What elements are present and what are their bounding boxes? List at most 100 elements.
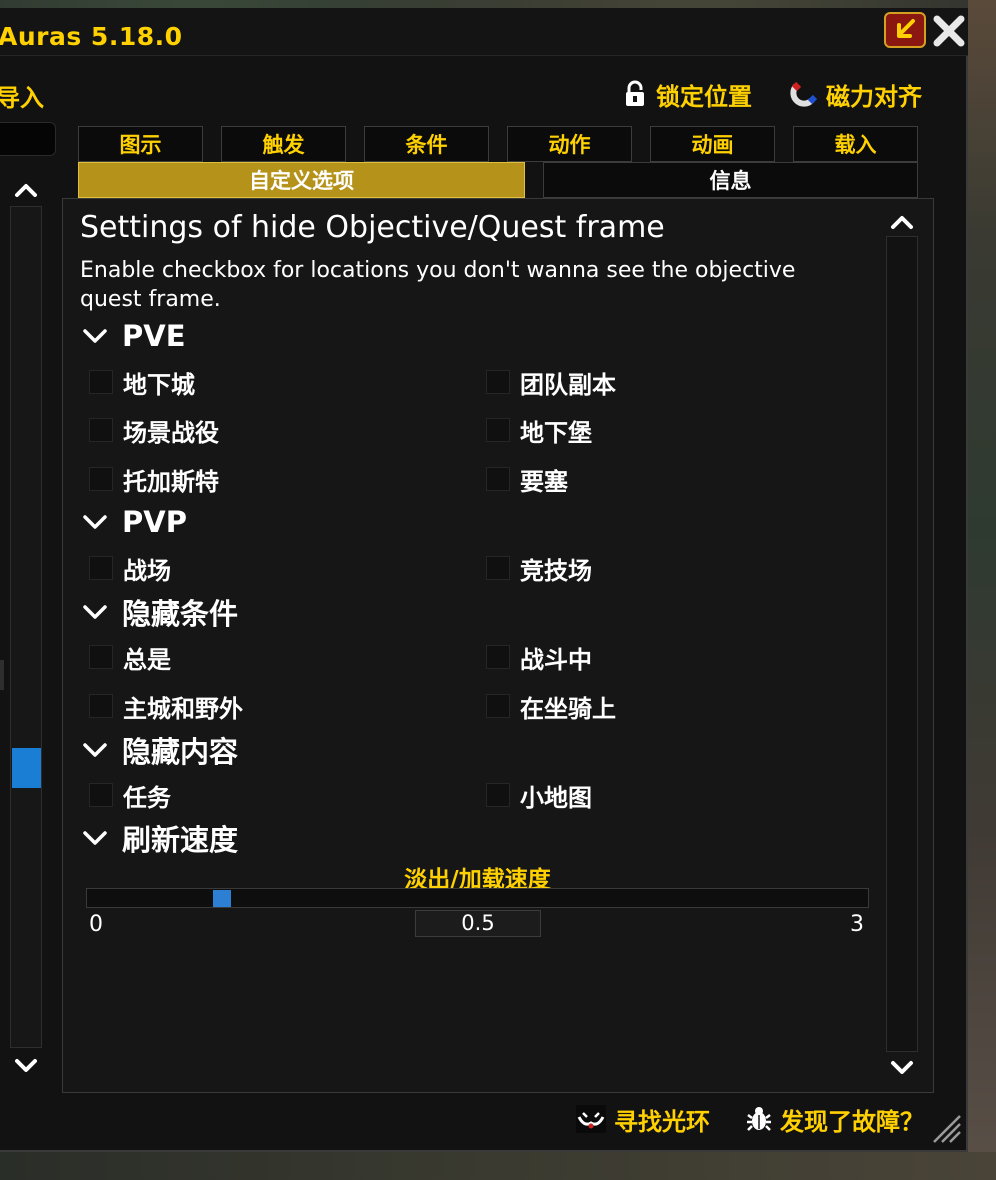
content-scrollbar-track[interactable] <box>886 236 918 1052</box>
options-description: Enable checkbox for locations you don't … <box>80 258 796 312</box>
checkbox-always[interactable]: 总是 <box>89 642 171 674</box>
checkbox-label: 团队副本 <box>520 370 616 399</box>
checkbox-city-and-outdoors[interactable]: 主城和野外 <box>89 691 243 723</box>
checkbox-box[interactable] <box>486 467 510 491</box>
find-auras-label: 寻找光环 <box>614 1107 710 1136</box>
chevron-down-icon <box>83 605 107 619</box>
fade-speed-slider-thumb[interactable] <box>213 890 231 907</box>
magnetic-align-button[interactable]: 磁力对齐 <box>790 78 922 111</box>
checkbox-box[interactable] <box>89 556 113 580</box>
content-scroll-up-icon[interactable] <box>888 210 916 234</box>
checkbox-scenario[interactable]: 场景战役 <box>89 415 219 447</box>
left-scrollbar-track[interactable] <box>10 206 42 1048</box>
left-search-box[interactable] <box>0 122 56 156</box>
checkbox-box[interactable] <box>89 370 113 394</box>
checkbox-label: 任务 <box>123 783 171 812</box>
checkbox-label: 战场 <box>123 556 171 585</box>
checkbox-label: 小地图 <box>520 783 592 812</box>
left-scroll-up-icon[interactable] <box>12 178 40 202</box>
magnet-icon <box>790 81 818 107</box>
checkbox-label: 竞技场 <box>520 556 592 585</box>
find-auras-button[interactable]: 寻找光环 <box>576 1103 710 1136</box>
checkbox-box[interactable] <box>89 783 113 807</box>
title-bar[interactable]: Auras 5.18.0 <box>0 8 968 56</box>
checkbox-label: 在坐骑上 <box>520 694 616 723</box>
checkbox-label: 总是 <box>123 645 171 674</box>
fade-speed-slider-track[interactable] <box>86 888 869 908</box>
checkbox-dungeon[interactable]: 地下城 <box>89 367 195 399</box>
report-bug-button[interactable]: 发现了故障？ <box>746 1103 924 1136</box>
checkbox-box[interactable] <box>486 556 510 580</box>
tab-custom-options[interactable]: 自定义选项 <box>78 162 525 198</box>
window-title: Auras 5.18.0 <box>0 22 183 51</box>
section-title: 隐藏条件 <box>122 597 239 631</box>
checkbox-battleground[interactable]: 战场 <box>89 553 171 585</box>
tab-animations[interactable]: 动画 <box>650 126 775 162</box>
section-header-hide-content[interactable]: 隐藏内容 <box>82 732 238 769</box>
close-icon <box>933 15 965 47</box>
minimize-button[interactable] <box>884 12 926 48</box>
checkbox-quests[interactable]: 任务 <box>89 780 171 812</box>
checkbox-label: 要塞 <box>520 467 568 496</box>
checkbox-garrison[interactable]: 要塞 <box>486 464 568 496</box>
checkbox-box[interactable] <box>89 645 113 669</box>
tab-actions[interactable]: 动作 <box>507 126 632 162</box>
section-header-refresh-rate[interactable]: 刷新速度 <box>82 820 239 857</box>
chevron-down-icon <box>83 743 107 757</box>
lock-position-button[interactable]: 锁定位置 <box>624 78 752 111</box>
background-scenery <box>968 0 996 1180</box>
section-header-pve[interactable]: PVE <box>82 318 186 354</box>
options-heading: Settings of hide Objective/Quest frame <box>80 210 665 245</box>
checkbox-box[interactable] <box>486 694 510 718</box>
background-scenery-bottom <box>0 1152 996 1180</box>
slider-min-label: 0 <box>89 912 103 937</box>
resize-grip-icon[interactable] <box>930 1112 962 1144</box>
checkbox-label: 场景战役 <box>123 418 219 447</box>
checkbox-box[interactable] <box>486 645 510 669</box>
section-title: PVE <box>122 319 186 353</box>
checkbox-raid[interactable]: 团队副本 <box>486 367 616 399</box>
tab-display[interactable]: 图示 <box>78 126 203 162</box>
section-title: 刷新速度 <box>122 823 239 857</box>
section-header-pvp[interactable]: PVP <box>82 504 187 540</box>
checkbox-mounted[interactable]: 在坐骑上 <box>486 691 616 723</box>
left-panel-nub <box>0 660 4 690</box>
import-button[interactable]: 导入 <box>0 78 44 113</box>
section-header-hide-conditions[interactable]: 隐藏条件 <box>82 594 239 631</box>
tab-conditions[interactable]: 条件 <box>364 126 489 162</box>
checkbox-box[interactable] <box>89 467 113 491</box>
checkbox-torghast[interactable]: 托加斯特 <box>89 464 219 496</box>
checkbox-box[interactable] <box>486 370 510 394</box>
tab-information[interactable]: 信息 <box>543 162 918 198</box>
close-button[interactable] <box>930 12 968 50</box>
checkbox-box[interactable] <box>486 418 510 442</box>
checkbox-box[interactable] <box>486 783 510 807</box>
checkbox-label: 主城和野外 <box>123 694 243 723</box>
checkbox-label: 地下城 <box>123 370 195 399</box>
tab-load[interactable]: 载入 <box>793 126 918 162</box>
checkbox-label: 地下堡 <box>520 418 592 447</box>
checkbox-label: 战斗中 <box>520 645 592 674</box>
slider-value-input[interactable]: 0.5 <box>415 910 541 937</box>
checkbox-box[interactable] <box>89 418 113 442</box>
lock-icon <box>626 80 644 106</box>
checkbox-minimap[interactable]: 小地图 <box>486 780 592 812</box>
chevron-down-icon <box>83 329 107 343</box>
checkbox-delve[interactable]: 地下堡 <box>486 415 592 447</box>
section-title: PVP <box>122 505 187 539</box>
content-scroll-down-icon[interactable] <box>888 1056 916 1080</box>
weakauras-logo-icon <box>576 1105 606 1133</box>
report-bug-label: 发现了故障？ <box>780 1107 924 1136</box>
checkbox-in-combat[interactable]: 战斗中 <box>486 642 592 674</box>
left-scroll-down-icon[interactable] <box>12 1054 40 1078</box>
checkbox-box[interactable] <box>89 694 113 718</box>
lock-position-label: 锁定位置 <box>656 82 752 111</box>
tab-trigger[interactable]: 触发 <box>221 126 346 162</box>
chevron-down-icon <box>83 831 107 845</box>
left-scrollbar-thumb[interactable] <box>12 748 41 788</box>
magnetic-align-label: 磁力对齐 <box>826 82 922 111</box>
slider-max-label: 3 <box>850 912 864 937</box>
bug-icon <box>747 1107 771 1131</box>
checkbox-label: 托加斯特 <box>123 467 219 496</box>
checkbox-arena[interactable]: 竞技场 <box>486 553 592 585</box>
